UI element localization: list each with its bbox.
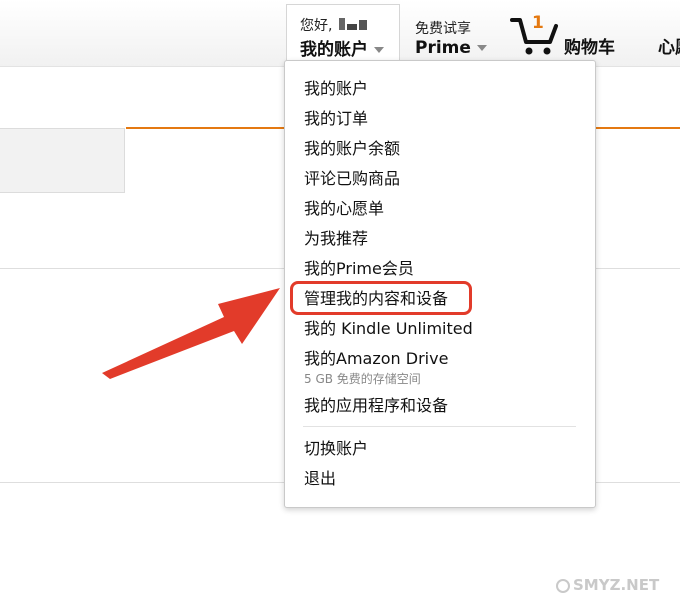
wishlist-nav-item[interactable]: 心愿单 [658, 33, 680, 58]
red-arrow-icon [102, 288, 280, 379]
menu-item-switch-account[interactable]: 切换账户 [304, 439, 368, 459]
menu-item-prime-membership[interactable]: 我的Prime会员 [304, 259, 414, 279]
grey-panel [0, 128, 125, 193]
cart-count: 1 [532, 13, 544, 33]
prime-nav-item[interactable]: 免费试享 Prime [408, 4, 498, 62]
account-label: 我的账户 [300, 40, 368, 60]
menu-item-kindle-unlimited[interactable]: 我的 Kindle Unlimited [304, 319, 473, 339]
account-menu-trigger[interactable]: 您好, 我的账户 [286, 4, 400, 62]
highlight-box [290, 281, 472, 315]
menu-item-recommendations[interactable]: 为我推荐 [304, 229, 368, 249]
menu-item-apps-devices[interactable]: 我的应用程序和设备 [304, 396, 448, 416]
menu-item-amazon-drive[interactable]: 我的Amazon Drive [304, 349, 448, 369]
menu-item-my-orders[interactable]: 我的订单 [304, 109, 368, 129]
menu-separator [303, 426, 576, 427]
menu-item-account-balance[interactable]: 我的账户余额 [304, 139, 400, 159]
watermark-text: SMYZ.NET [573, 576, 660, 594]
prime-promo-text: 免费试享 [415, 21, 471, 37]
chevron-down-icon [374, 47, 384, 53]
cart-label: 购物车 [564, 38, 615, 58]
menu-item-sign-out[interactable]: 退出 [304, 469, 336, 489]
watermark-logo-icon [556, 578, 570, 593]
top-nav-bar: 您好, 我的账户 免费试享 Prime 1 购物车 心愿单 [0, 0, 680, 67]
menu-item-wishlist[interactable]: 我的心愿单 [304, 199, 384, 219]
user-name-pixelated [338, 18, 369, 34]
prime-label: Prime [415, 38, 471, 58]
greeting-text: 您好, [300, 18, 333, 34]
chevron-down-icon [476, 45, 487, 51]
amazon-drive-subtitle: 5 GB 免费的存储空间 [304, 372, 421, 386]
menu-item-my-account[interactable]: 我的账户 [304, 79, 368, 99]
menu-item-review-purchases[interactable]: 评论已购商品 [304, 169, 400, 189]
watermark: SMYZ.NET [556, 576, 659, 594]
